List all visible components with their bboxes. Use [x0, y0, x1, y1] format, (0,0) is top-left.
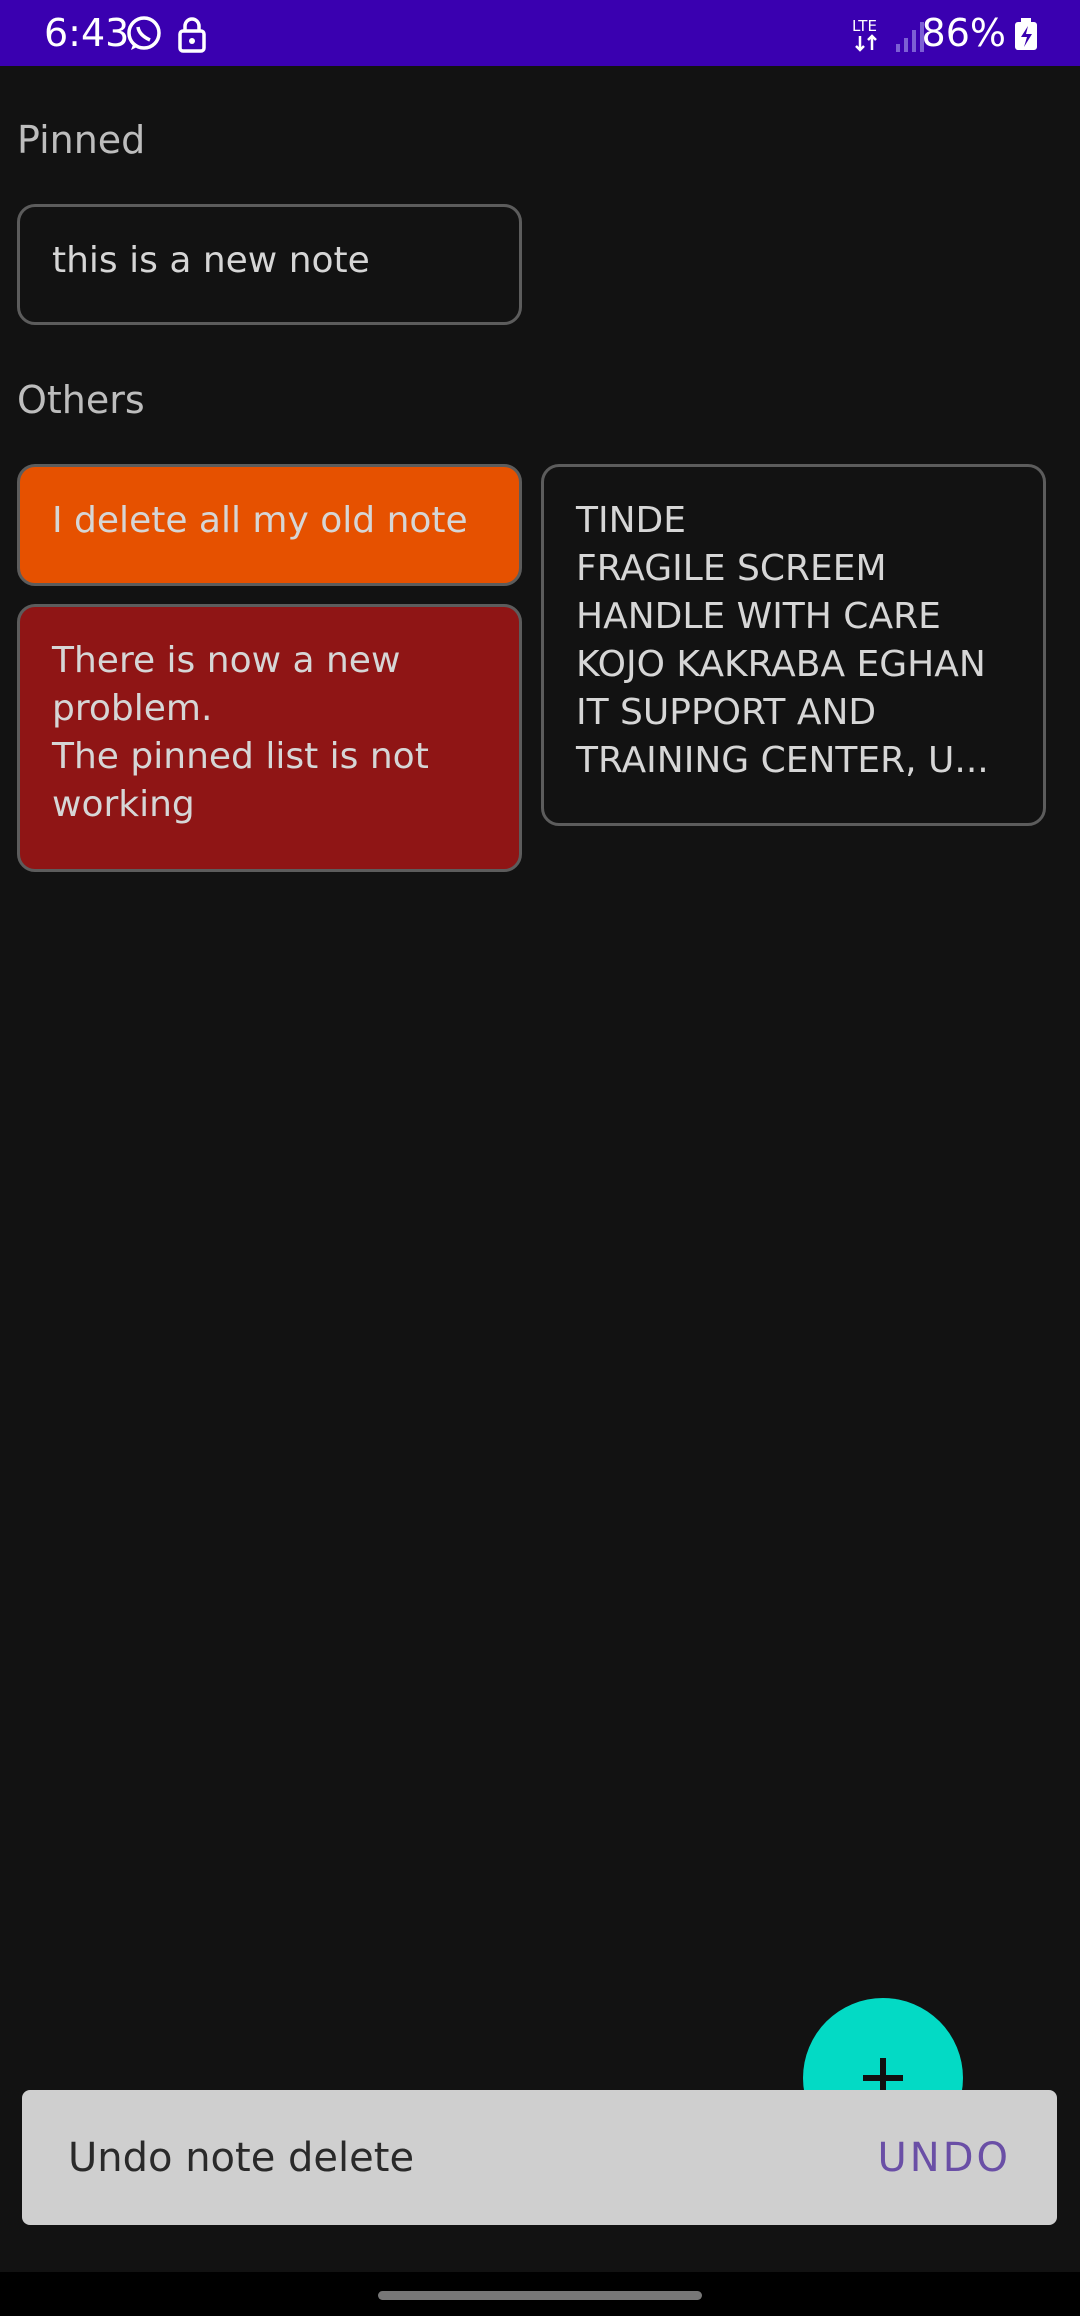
svg-text:LTE: LTE	[852, 17, 877, 35]
navigation-bar	[0, 2272, 1080, 2316]
lte-icon: LTE	[850, 14, 886, 54]
status-bar: 6:43 LTE 86%	[0, 0, 1080, 66]
pinned-section-label: Pinned	[17, 118, 146, 162]
others-section-label: Others	[17, 378, 145, 422]
status-time: 6:43	[44, 11, 130, 55]
battery-percentage: 86%	[921, 11, 1006, 55]
pinned-note-card[interactable]: this is a new note	[17, 204, 522, 325]
home-gesture-handle[interactable]	[378, 2291, 702, 2300]
battery-icon	[1012, 14, 1040, 54]
whatsapp-icon	[124, 14, 164, 54]
note-card[interactable]: There is now a new problem. The pinned l…	[17, 604, 522, 872]
note-card[interactable]: TINDE FRAGILE SCREEM HANDLE WITH CARE KO…	[541, 464, 1046, 826]
lock-icon	[172, 14, 212, 54]
snackbar-message: Undo note delete	[68, 2135, 415, 2181]
undo-button[interactable]: UNDO	[878, 2134, 1011, 2182]
note-card[interactable]: I delete all my old note	[17, 464, 522, 586]
undo-snackbar: Undo note delete UNDO	[22, 2090, 1057, 2225]
